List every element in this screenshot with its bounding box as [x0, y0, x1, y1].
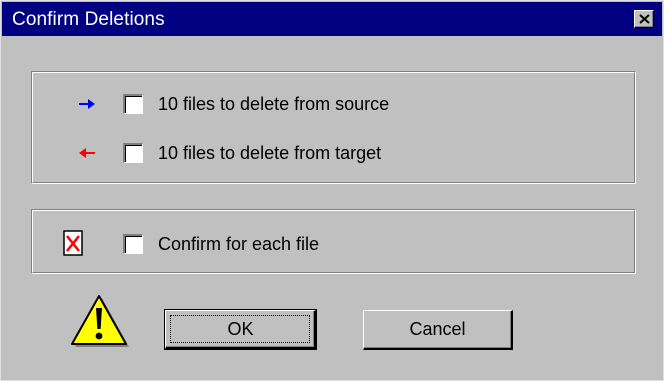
confirm-each-label: Confirm for each file [158, 234, 320, 254]
title-bar[interactable]: Confirm Deletions [2, 2, 662, 36]
warning-icon [71, 295, 129, 347]
close-button[interactable] [634, 10, 654, 28]
ok-button-label: OK [227, 319, 254, 339]
confirm-each-checkbox[interactable] [123, 234, 143, 254]
cancel-button-label: Cancel [409, 319, 466, 339]
left-arrow-icon [79, 148, 95, 158]
confirm-deletions-dialog: Confirm Deletions 10 files to delete fro… [0, 0, 664, 381]
cancel-button[interactable]: Cancel [363, 310, 513, 350]
ok-button[interactable]: OK [164, 309, 317, 350]
window-title: Confirm Deletions [12, 9, 165, 30]
close-icon [639, 14, 650, 24]
right-arrow-icon [79, 99, 95, 109]
target-delete-label: 10 files to delete from target [158, 143, 382, 163]
source-delete-checkbox[interactable] [123, 94, 143, 114]
file-delete-icon [63, 230, 83, 256]
deletions-group [31, 71, 636, 184]
confirm-group [31, 209, 636, 274]
source-delete-label: 10 files to delete from source [158, 94, 390, 114]
target-delete-checkbox[interactable] [123, 143, 143, 163]
